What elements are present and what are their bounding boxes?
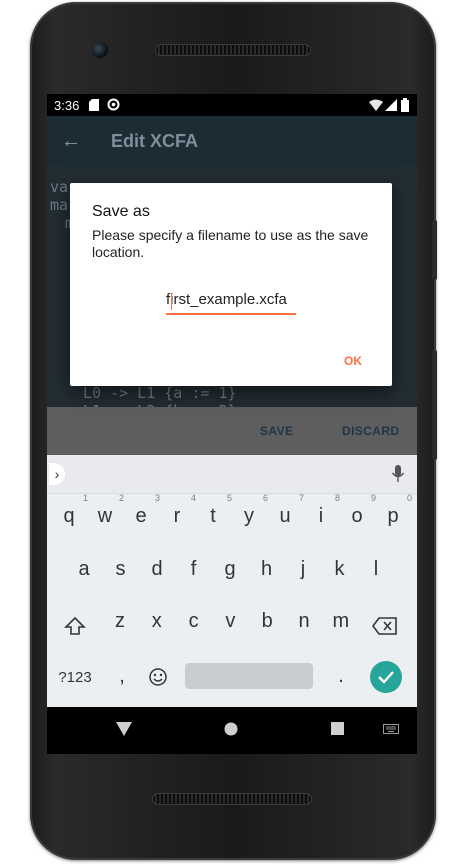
action-bar: SAVE DISCARD bbox=[47, 407, 417, 455]
back-nav-icon[interactable] bbox=[116, 722, 132, 736]
navigation-bar bbox=[47, 707, 417, 754]
key-f[interactable]: f bbox=[177, 558, 211, 581]
key-g[interactable]: g bbox=[213, 558, 247, 581]
save-button[interactable]: SAVE bbox=[260, 424, 293, 438]
key-hint: 3 bbox=[154, 493, 160, 503]
app-bar: ← Edit XCFA bbox=[47, 116, 417, 166]
key-c[interactable]: c bbox=[177, 610, 211, 633]
key-hint: 0 bbox=[406, 493, 412, 503]
comma-key[interactable]: , bbox=[105, 665, 139, 688]
shift-icon[interactable] bbox=[64, 615, 86, 637]
volume-button bbox=[432, 220, 437, 280]
status-bar: 3:36 bbox=[47, 94, 417, 116]
key-hint: 6 bbox=[262, 493, 268, 503]
discard-button[interactable]: DISCARD bbox=[342, 424, 399, 438]
key-x[interactable]: x bbox=[140, 610, 174, 633]
key-p[interactable]: p0 bbox=[376, 493, 412, 528]
key-d[interactable]: d bbox=[140, 558, 174, 581]
key-label: e bbox=[135, 505, 147, 527]
editor-line: ma bbox=[50, 196, 69, 214]
key-label: w bbox=[97, 505, 113, 527]
key-n[interactable]: n bbox=[287, 610, 321, 633]
keyboard-switch-icon[interactable] bbox=[383, 724, 399, 734]
key-z[interactable]: z bbox=[103, 610, 137, 633]
key-e[interactable]: e3 bbox=[124, 493, 160, 528]
key-hint: 2 bbox=[118, 493, 124, 503]
earpiece-speaker bbox=[155, 44, 311, 56]
sd-card-icon bbox=[89, 99, 99, 111]
front-camera bbox=[92, 42, 108, 58]
soft-keyboard: › q1w2e3r4t5y6u7i8o9p0 asdfghjkl zxcvbnm… bbox=[47, 455, 417, 707]
editor-line: L0 -> L1 {a := 1} bbox=[83, 384, 237, 402]
page-title: Edit XCFA bbox=[111, 131, 199, 151]
key-y[interactable]: y6 bbox=[232, 493, 268, 528]
arrow-back-icon[interactable]: ← bbox=[61, 130, 81, 153]
text-cursor bbox=[171, 293, 172, 310]
key-hint: 4 bbox=[190, 493, 196, 503]
check-icon bbox=[378, 671, 394, 684]
key-j[interactable]: j bbox=[286, 558, 320, 581]
ok-button[interactable]: OK bbox=[344, 354, 362, 368]
key-label: p bbox=[387, 505, 399, 527]
emoji-icon[interactable] bbox=[148, 667, 168, 687]
key-label: u bbox=[279, 505, 291, 527]
key-h[interactable]: h bbox=[250, 558, 284, 581]
signal-icon bbox=[385, 99, 397, 111]
period-key[interactable]: . bbox=[324, 665, 358, 688]
key-v[interactable]: v bbox=[213, 610, 247, 633]
screen: 3:36 ← Edit XCFA v a r ma m L0 -> L1 {a :=… bbox=[47, 94, 417, 754]
key-label: r bbox=[173, 505, 181, 527]
key-t[interactable]: t5 bbox=[196, 493, 232, 528]
key-hint: 7 bbox=[298, 493, 304, 503]
key-label: q bbox=[63, 505, 75, 527]
mic-icon[interactable] bbox=[391, 464, 405, 484]
key-hint: 8 bbox=[334, 493, 340, 503]
space-key[interactable] bbox=[185, 663, 313, 689]
symbols-key[interactable]: ?123 bbox=[53, 669, 97, 686]
key-label: o bbox=[351, 505, 363, 527]
key-s[interactable]: s bbox=[104, 558, 138, 581]
key-label: t bbox=[210, 505, 216, 527]
key-k[interactable]: k bbox=[323, 558, 357, 581]
backspace-icon[interactable] bbox=[372, 617, 398, 635]
key-hint: 5 bbox=[226, 493, 232, 503]
key-label: y bbox=[244, 505, 254, 527]
key-o[interactable]: o9 bbox=[340, 493, 376, 528]
key-hint: 1 bbox=[82, 493, 88, 503]
key-r[interactable]: r4 bbox=[160, 493, 196, 528]
status-time: 3:36 bbox=[54, 98, 80, 113]
key-w[interactable]: w2 bbox=[88, 493, 124, 528]
power-button bbox=[432, 350, 437, 460]
data-saver-icon bbox=[107, 98, 120, 111]
key-m[interactable]: m bbox=[324, 610, 358, 633]
filename-input[interactable]: first_example.xcfa bbox=[166, 291, 296, 315]
dialog-message: Please specify a filename to use as the … bbox=[92, 227, 369, 260]
key-hint: 9 bbox=[370, 493, 376, 503]
dialog-title: Save as bbox=[92, 203, 150, 220]
filename-value: first_example.xcfa bbox=[166, 291, 287, 308]
key-u[interactable]: u7 bbox=[268, 493, 304, 528]
key-b[interactable]: b bbox=[250, 610, 284, 633]
key-q[interactable]: q1 bbox=[52, 493, 88, 528]
recents-nav-icon[interactable] bbox=[331, 722, 344, 735]
home-nav-icon[interactable] bbox=[224, 722, 238, 736]
bottom-speaker bbox=[152, 793, 312, 805]
save-as-dialog: Save as Please specify a filename to use… bbox=[70, 183, 392, 386]
key-a[interactable]: a bbox=[67, 558, 101, 581]
chevron-right-icon[interactable]: › bbox=[49, 463, 65, 485]
battery-icon bbox=[401, 98, 409, 112]
key-label: i bbox=[318, 505, 324, 527]
suggestion-strip: › bbox=[47, 455, 417, 494]
key-i[interactable]: i8 bbox=[304, 493, 340, 528]
enter-key[interactable] bbox=[370, 661, 402, 693]
wifi-icon bbox=[369, 99, 383, 111]
key-l[interactable]: l bbox=[359, 558, 393, 581]
